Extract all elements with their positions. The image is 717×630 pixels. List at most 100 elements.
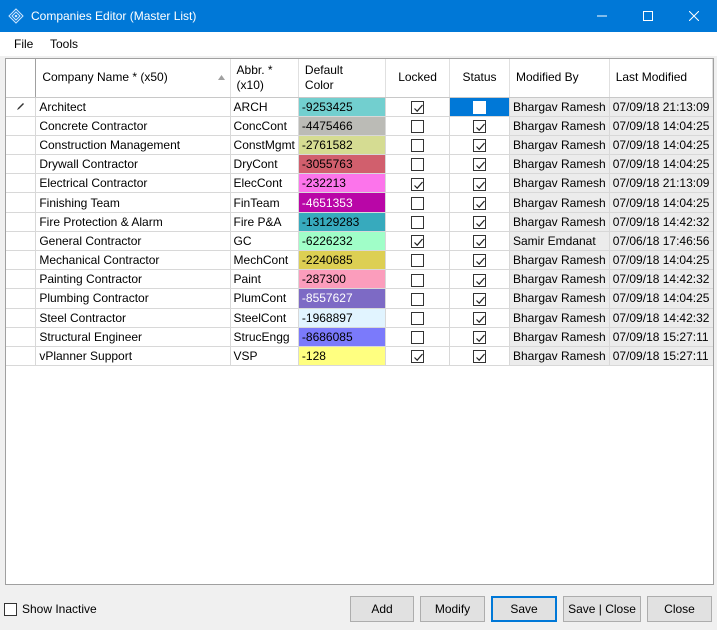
cell-status[interactable]	[449, 173, 510, 194]
status-checkbox[interactable]	[473, 235, 487, 249]
cell-default-color[interactable]: -232213	[298, 173, 387, 194]
cell-status[interactable]	[449, 327, 510, 347]
cell-default-color[interactable]: -8557627	[298, 288, 387, 309]
status-checkbox[interactable]	[473, 350, 487, 364]
add-button[interactable]: Add	[350, 596, 414, 622]
menu-file[interactable]: File	[14, 37, 33, 51]
cell-default-color[interactable]: -3055763	[298, 154, 387, 175]
table-row[interactable]: Construction Management ConstMgmt -2761582…	[6, 135, 713, 156]
column-header-abbr[interactable]: Abbr. * (x10)	[230, 59, 299, 98]
cell-locked[interactable]	[385, 135, 451, 156]
column-header-color[interactable]: Default Color	[298, 59, 387, 98]
cell-abbr[interactable]: ARCH	[230, 97, 299, 117]
column-header-company[interactable]: Company Name * (x50)	[35, 59, 231, 98]
cell-company[interactable]: General Contractor	[35, 231, 231, 252]
cell-locked[interactable]	[385, 231, 451, 252]
locked-checkbox[interactable]	[411, 139, 425, 153]
table-row[interactable]: Steel Contractor SteelCont -1968897 Bhargav…	[6, 308, 713, 328]
cell-abbr[interactable]: DryCont	[230, 154, 299, 175]
column-header-modified-by[interactable]: Modified By	[509, 59, 610, 98]
cell-company[interactable]: Drywall Contractor	[35, 154, 231, 175]
locked-checkbox[interactable]	[411, 177, 425, 191]
status-checkbox[interactable]	[473, 273, 487, 287]
show-inactive-checkbox[interactable]: Show Inactive	[4, 602, 97, 616]
row-header[interactable]	[6, 269, 37, 290]
cell-abbr[interactable]: SteelCont	[230, 308, 299, 328]
cell-default-color[interactable]: -13129283	[298, 212, 387, 232]
column-header-status[interactable]: Status	[449, 59, 510, 98]
cell-locked[interactable]	[385, 327, 451, 347]
table-row[interactable]: Mechanical Contractor MechCont -2240685 Bha…	[6, 250, 713, 271]
row-header[interactable]	[6, 116, 37, 136]
cell-default-color[interactable]: -4651353	[298, 192, 387, 213]
status-checkbox[interactable]	[473, 120, 487, 134]
minimize-button[interactable]	[579, 0, 625, 32]
status-checkbox[interactable]	[473, 139, 487, 153]
locked-checkbox[interactable]	[411, 350, 425, 364]
cell-company[interactable]: Electrical Contractor	[35, 173, 231, 194]
cell-company[interactable]: Structural Engineer	[35, 327, 231, 347]
close-button[interactable]: Close	[647, 596, 712, 622]
cell-default-color[interactable]: -287300	[298, 269, 387, 290]
table-row[interactable]: Painting Contractor Paint -287300 Bhargav R…	[6, 269, 713, 290]
show-inactive-box[interactable]	[4, 602, 17, 616]
cell-locked[interactable]	[385, 154, 451, 175]
row-header[interactable]	[6, 212, 37, 232]
cell-status[interactable]	[449, 250, 510, 271]
status-checkbox[interactable]	[473, 292, 487, 306]
row-header[interactable]	[6, 308, 37, 328]
cell-company[interactable]: Construction Management	[35, 135, 231, 156]
status-checkbox[interactable]	[473, 158, 487, 172]
cell-abbr[interactable]: Paint	[230, 269, 299, 290]
cell-locked[interactable]	[385, 173, 451, 194]
locked-checkbox[interactable]	[411, 235, 425, 249]
status-checkbox[interactable]	[473, 196, 487, 210]
column-header-last-modified[interactable]: Last Modified	[609, 59, 713, 98]
cell-company[interactable]: Steel Contractor	[35, 308, 231, 328]
cell-status[interactable]	[449, 192, 510, 213]
locked-checkbox[interactable]	[411, 120, 425, 134]
cell-locked[interactable]	[385, 192, 451, 213]
table-row[interactable]: Structural Engineer StrucEngg -8686085 Bhar…	[6, 327, 713, 347]
modify-button[interactable]: Modify	[420, 596, 485, 622]
cell-abbr[interactable]: Fire P&A	[230, 212, 299, 232]
cell-default-color[interactable]: -9253425	[298, 97, 387, 117]
table-row[interactable]: vPlanner Support VSP -128 Bhargav Ramesh 07/…	[6, 346, 713, 367]
cell-default-color[interactable]: -2761582	[298, 135, 387, 156]
status-checkbox[interactable]	[473, 177, 487, 191]
table-row[interactable]: Architect ARCH -9253425 Bhargav Ramesh 07/09…	[6, 97, 713, 117]
cell-locked[interactable]	[385, 116, 451, 136]
row-header[interactable]	[6, 346, 37, 367]
cell-company[interactable]: Painting Contractor	[35, 269, 231, 290]
status-checkbox[interactable]	[473, 100, 487, 114]
row-header[interactable]	[6, 154, 37, 175]
menu-tools[interactable]: Tools	[50, 37, 78, 51]
cell-company[interactable]: vPlanner Support	[35, 346, 231, 367]
row-header[interactable]	[6, 231, 37, 252]
cell-company[interactable]: Fire Protection & Alarm	[35, 212, 231, 232]
close-window-button[interactable]	[671, 0, 717, 32]
cell-status[interactable]	[449, 154, 510, 175]
locked-checkbox[interactable]	[411, 311, 425, 325]
locked-checkbox[interactable]	[411, 273, 425, 287]
locked-checkbox[interactable]	[411, 292, 425, 306]
cell-abbr[interactable]: ElecCont	[230, 173, 299, 194]
row-header[interactable]	[6, 250, 37, 271]
cell-company[interactable]: Architect	[35, 97, 231, 117]
table-row[interactable]: Finishing Team FinTeam -4651353 Bhargav Ram…	[6, 192, 713, 213]
locked-checkbox[interactable]	[411, 158, 425, 172]
cell-default-color[interactable]: -2240685	[298, 250, 387, 271]
row-header[interactable]	[6, 173, 37, 194]
cell-locked[interactable]	[385, 346, 451, 367]
cell-locked[interactable]	[385, 288, 451, 309]
table-row[interactable]: Plumbing Contractor PlumCont -8557627 Bharg…	[6, 288, 713, 309]
cell-abbr[interactable]: GC	[230, 231, 299, 252]
cell-company[interactable]: Concrete Contractor	[35, 116, 231, 136]
cell-default-color[interactable]: -1968897	[298, 308, 387, 328]
cell-abbr[interactable]: VSP	[230, 346, 299, 367]
cell-company[interactable]: Mechanical Contractor	[35, 250, 231, 271]
cell-status[interactable]	[449, 116, 510, 136]
cell-locked[interactable]	[385, 250, 451, 271]
cell-default-color[interactable]: -8686085	[298, 327, 387, 347]
cell-locked[interactable]	[385, 308, 451, 328]
